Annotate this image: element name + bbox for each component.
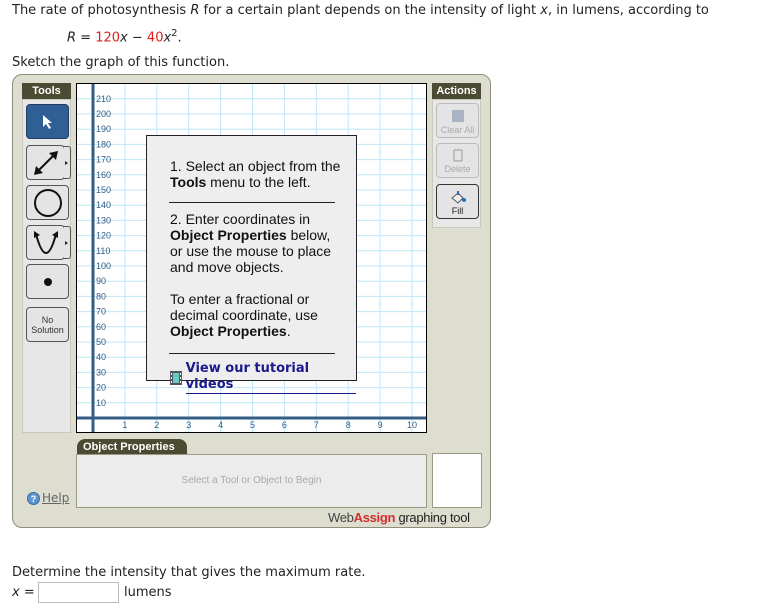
y-tick-label: 20: [96, 383, 106, 393]
no-solution-button[interactable]: No Solution: [26, 307, 69, 342]
instructions-overlay: 1. Select an object from the Tools menu …: [146, 135, 357, 394]
y-tick-label: 160: [96, 170, 111, 180]
y-tick-label: 130: [96, 215, 111, 225]
y-tick-label: 190: [96, 124, 111, 134]
y-tick-label: 120: [96, 231, 111, 241]
tools-header: Tools: [22, 83, 71, 99]
trash-icon: [453, 149, 462, 162]
help-icon: ?: [27, 491, 40, 505]
answer-label: x =: [12, 585, 35, 600]
x-tick-label: 4: [218, 420, 223, 430]
x-tick-label: 5: [250, 420, 255, 430]
y-tick-label: 10: [96, 398, 106, 408]
fill-label: Fill: [451, 206, 464, 216]
circle-icon: [33, 188, 62, 217]
actions-panel: Actions Clear All Delete Fill: [432, 83, 481, 228]
y-tick-label: 170: [96, 155, 111, 165]
y-tick-label: 110: [96, 246, 110, 256]
point-tool-button[interactable]: [26, 264, 69, 299]
paint-bucket-icon: [450, 191, 466, 204]
help-label: Help: [42, 491, 70, 505]
y-tick-label: 50: [96, 337, 106, 347]
fraction-note: To enter a fractional or decimal coordin…: [170, 291, 318, 339]
parabola-tool-button[interactable]: [26, 225, 71, 260]
x-tick-label: 6: [282, 420, 287, 430]
y-tick-label: 200: [96, 109, 111, 119]
delete-label: Delete: [444, 164, 471, 174]
actions-header: Actions: [432, 83, 481, 99]
x-tick-label: 2: [154, 420, 159, 430]
question-intro: The rate of photosynthesis R for a certa…: [12, 3, 709, 18]
webassign-brand: WebAssign graphing tool: [328, 510, 470, 525]
y-tick-label: 60: [96, 322, 106, 332]
x-tick-label: 1: [122, 420, 127, 430]
parabola-icon: [33, 230, 58, 254]
x-tick-label: 3: [186, 420, 191, 430]
y-tick-label: 30: [96, 367, 106, 377]
preview-box: [432, 453, 482, 508]
x-tick-label: 8: [346, 420, 351, 430]
answer-unit: lumens: [124, 585, 172, 600]
y-tick-label: 180: [96, 139, 111, 149]
clear-all-button[interactable]: Clear All: [436, 103, 479, 138]
help-link[interactable]: ? Help: [27, 491, 69, 505]
circle-tool-button[interactable]: [26, 185, 69, 220]
x-tick-label: 10: [407, 420, 417, 430]
step-1: 1. Select an object from the Tools menu …: [170, 158, 341, 190]
film-icon: [170, 370, 182, 385]
no-solution-label-2: Solution: [31, 324, 64, 335]
step-2: 2. Enter coordinates in Object Propertie…: [170, 211, 332, 275]
y-tick-label: 70: [96, 307, 106, 317]
double-arrow-line-icon: [33, 150, 58, 175]
svg-text:?: ?: [31, 494, 37, 504]
x-tick-label: 7: [314, 420, 319, 430]
object-properties-panel: Select a Tool or Object to Begin: [76, 454, 427, 508]
point-icon: [43, 277, 52, 286]
y-tick-label: 80: [96, 291, 106, 301]
pointer-icon: [42, 114, 52, 129]
y-tick-label: 90: [96, 276, 106, 286]
clear-all-icon: [451, 110, 464, 122]
object-properties-tab[interactable]: Object Properties: [77, 439, 187, 455]
answer-input[interactable]: [38, 582, 119, 603]
tools-panel: Tools No Solution: [22, 83, 71, 433]
y-tick-label: 210: [96, 94, 111, 104]
y-tick-label: 40: [96, 352, 106, 362]
divider: [169, 202, 335, 203]
delete-button[interactable]: Delete: [436, 143, 479, 178]
line-tool-button[interactable]: [26, 145, 71, 180]
y-tick-label: 100: [96, 261, 111, 271]
line-tool-flyout[interactable]: [64, 146, 71, 179]
no-solution-label-1: No: [41, 314, 54, 325]
clear-all-label: Clear All: [440, 125, 475, 135]
fill-button[interactable]: Fill: [436, 184, 479, 219]
y-tick-label: 150: [96, 185, 111, 195]
x-tick-label: 9: [378, 420, 383, 430]
part2-question: Determine the intensity that gives the m…: [12, 565, 366, 580]
instruction: Sketch the graph of this function.: [12, 55, 230, 70]
parabola-tool-flyout[interactable]: [64, 226, 71, 259]
pointer-tool-button[interactable]: [26, 104, 69, 139]
tutorial-videos-link[interactable]: View our tutorial videos: [185, 361, 356, 394]
divider: [169, 353, 335, 354]
equation: R = 120x − 40x2.: [67, 28, 182, 46]
y-tick-label: 140: [96, 200, 111, 210]
